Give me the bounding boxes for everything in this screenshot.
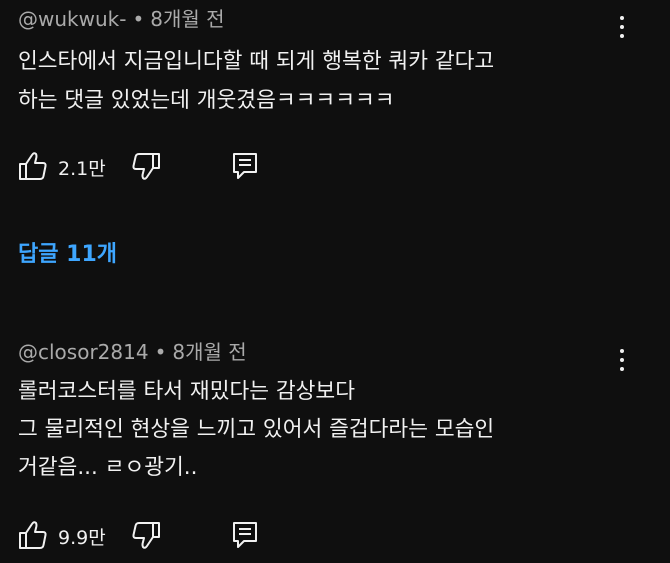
reply-icon	[233, 522, 257, 548]
like-count: 9.9만	[58, 527, 106, 549]
more-vert-icon[interactable]	[610, 349, 634, 375]
thumbs-down-icon	[132, 522, 160, 549]
comment-text-line: 거같음... ㄹㅇ광기..	[18, 455, 198, 480]
comment-author[interactable]: @wukwuk-	[18, 7, 126, 31]
reply-button[interactable]	[231, 150, 261, 182]
comment-text-line: 그 물리적인 현상을 느끼고 있어서 즐겁다라는 모습인	[18, 417, 495, 442]
thumbs-up-icon	[19, 521, 47, 549]
dislike-button[interactable]	[131, 519, 161, 551]
comment-actions: 9.9만	[18, 519, 318, 551]
comment-actions: 2.1만	[18, 150, 318, 182]
comment-author[interactable]: @closor2814	[18, 340, 149, 364]
view-replies-button[interactable]: 답글 11개	[18, 236, 117, 268]
comment-text: 인스타에서 지금입니다할 때 되게 행복한 쿼카 같다고하는 댓글 있었는데 개…	[18, 42, 638, 120]
dislike-button[interactable]	[131, 150, 161, 182]
more-vert-icon[interactable]	[610, 16, 634, 42]
comment-time: 8개월 전	[150, 7, 225, 31]
comment-text-line: 하는 댓글 있었는데 개웃겼음ㅋㅋㅋㅋㅋㅋ	[18, 88, 395, 113]
reply-icon	[233, 153, 257, 179]
like-count: 2.1만	[58, 158, 106, 180]
meta-separator: •	[132, 7, 145, 31]
like-button[interactable]	[18, 150, 48, 182]
comment-text-line: 인스타에서 지금입니다할 때 되게 행복한 쿼카 같다고	[18, 49, 495, 74]
meta-separator: •	[154, 340, 167, 364]
comment-text-line: 롤러코스터를 타서 재밌다는 감상보다	[18, 379, 355, 404]
comment-text: 롤러코스터를 타서 재밌다는 감상보다그 물리적인 현상을 느끼고 있어서 즐겁…	[18, 373, 638, 487]
comment-time: 8개월 전	[172, 340, 247, 364]
thumbs-down-icon	[132, 153, 160, 180]
comment-meta: @wukwuk- • 8개월 전	[18, 6, 225, 32]
like-button[interactable]	[18, 519, 48, 551]
thumbs-up-icon	[19, 152, 47, 180]
comment-meta: @closor2814 • 8개월 전	[18, 339, 247, 365]
reply-button[interactable]	[231, 519, 261, 551]
